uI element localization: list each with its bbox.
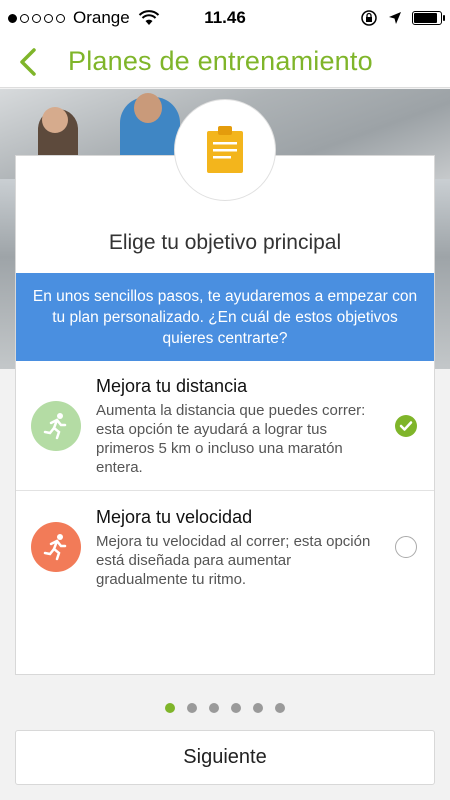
- pagination-dots: [0, 700, 450, 716]
- option-distance-title: Mejora tu distancia: [96, 376, 248, 396]
- chevron-left-icon: [20, 47, 36, 76]
- rotation-lock-icon: [361, 10, 377, 26]
- option-speed-radio[interactable]: [395, 536, 417, 558]
- signal-strength-icon: [8, 13, 65, 23]
- info-banner-text: En unos sencillos pasos, te ayudaremos a…: [32, 287, 418, 347]
- check-icon: [399, 420, 413, 431]
- carrier-name: Orange: [73, 8, 130, 27]
- page-title: Planes de entrenamiento: [68, 46, 373, 76]
- clipboard-icon: [207, 126, 243, 173]
- option-speed-title: Mejora tu velocidad: [96, 507, 253, 527]
- info-banner: En unos sencillos pasos, te ayudaremos a…: [16, 273, 434, 361]
- page-dot-4: [231, 703, 241, 713]
- navigation-bar: Planes de entrenamiento: [0, 36, 450, 88]
- page-dot-3: [209, 703, 219, 713]
- goal-icon-badge: [174, 99, 276, 201]
- page-dot-2: [187, 703, 197, 713]
- page-dot-1: [165, 703, 175, 713]
- goal-selection-card: Elige tu objetivo principal En unos senc…: [15, 155, 435, 675]
- page-dot-5: [253, 703, 263, 713]
- wifi-icon: [138, 10, 159, 25]
- back-button[interactable]: [0, 36, 56, 88]
- option-distance-radio[interactable]: [395, 414, 417, 437]
- next-button[interactable]: Siguiente: [15, 730, 435, 785]
- runner-icon: [31, 400, 81, 451]
- location-arrow-icon: [389, 12, 401, 24]
- status-bar: Orange 11.46: [0, 0, 450, 36]
- runner-icon: [31, 522, 81, 572]
- option-speed[interactable]: Mejora tu velocidad Mejora tu velocidad …: [16, 492, 434, 602]
- option-speed-description: Mejora tu velocidad al correr; esta opci…: [96, 533, 371, 588]
- page-dot-6: [275, 703, 285, 713]
- battery-icon: [412, 11, 445, 25]
- option-distance[interactable]: Mejora tu distancia Aumenta la distancia…: [16, 361, 434, 491]
- card-title: Elige tu objetivo principal: [108, 231, 342, 254]
- option-distance-description: Aumenta la distancia que puedes correr: …: [96, 402, 366, 476]
